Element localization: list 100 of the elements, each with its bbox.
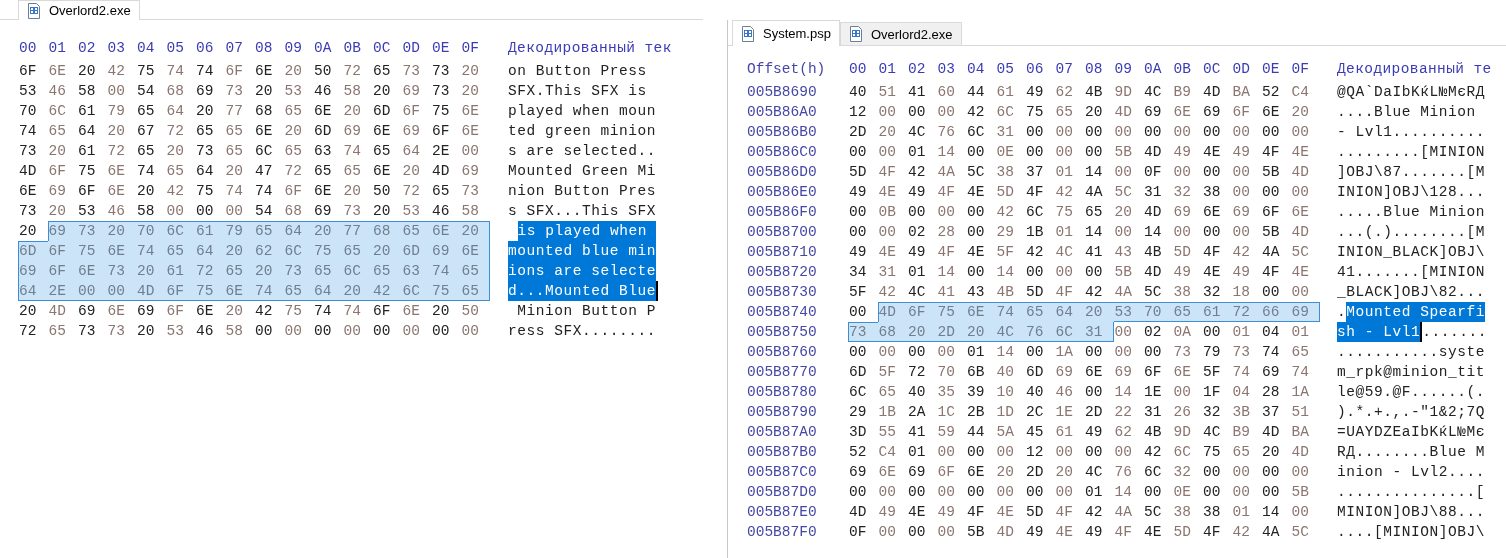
hex-byte[interactable]: 65 xyxy=(460,261,490,281)
hex-byte[interactable]: 46 xyxy=(431,201,461,221)
hex-byte[interactable]: 65 xyxy=(1290,342,1320,362)
hex-byte[interactable]: 62 xyxy=(254,241,284,261)
hex-byte[interactable]: 00 xyxy=(848,222,878,242)
hex-byte[interactable]: 00 xyxy=(1172,162,1202,182)
hex-byte[interactable]: 00 xyxy=(1290,502,1320,522)
hex-byte[interactable]: 1B xyxy=(1025,222,1055,242)
hex-byte[interactable]: 69 xyxy=(1143,102,1173,122)
hex-byte[interactable]: 49 xyxy=(1025,82,1055,102)
hex-byte[interactable]: 70 xyxy=(18,101,48,121)
hex-byte[interactable]: 2D xyxy=(936,322,966,342)
hex-byte[interactable]: 65 xyxy=(224,121,254,141)
hex-byte[interactable]: 73 xyxy=(431,81,461,101)
hex-byte[interactable]: 28 xyxy=(1261,382,1291,402)
hex-byte[interactable]: 72 xyxy=(18,321,48,341)
hex-byte[interactable]: 31 xyxy=(995,122,1025,142)
hex-byte[interactable]: 6C xyxy=(254,141,284,161)
hex-byte[interactable]: 69 xyxy=(47,181,77,201)
hex-byte[interactable]: 6B xyxy=(966,362,996,382)
hex-byte[interactable]: 75 xyxy=(431,101,461,121)
hex-byte[interactable]: 42 xyxy=(907,162,937,182)
hex-byte[interactable]: 4D xyxy=(1143,142,1173,162)
hex-byte[interactable]: 63 xyxy=(401,261,431,281)
hex-byte[interactable]: 73 xyxy=(77,321,107,341)
hex-byte[interactable]: 41 xyxy=(907,82,937,102)
hex-byte[interactable]: 2D xyxy=(1025,462,1055,482)
hex-byte[interactable]: 73 xyxy=(431,61,461,81)
hex-byte[interactable]: 0F xyxy=(1143,162,1173,182)
hex-byte[interactable]: 20 xyxy=(1084,102,1114,122)
hex-byte[interactable]: 46 xyxy=(47,81,77,101)
hex-byte[interactable]: 01 xyxy=(907,262,937,282)
hex-byte[interactable]: 6F xyxy=(224,61,254,81)
hex-byte[interactable]: 6E xyxy=(254,61,284,81)
hex-byte[interactable]: 00 xyxy=(195,201,225,221)
hex-byte[interactable]: 9D xyxy=(1113,82,1143,102)
hex-byte[interactable]: 00 xyxy=(1113,162,1143,182)
hex-byte[interactable]: 72 xyxy=(106,141,136,161)
hex-byte[interactable]: 75 xyxy=(1025,102,1055,122)
hex-byte[interactable]: 65 xyxy=(47,321,77,341)
hex-byte[interactable]: 6F xyxy=(165,281,195,301)
hex-byte[interactable]: 01 xyxy=(1290,322,1320,342)
hex-byte[interactable]: 65 xyxy=(401,221,431,241)
hex-byte[interactable]: 77 xyxy=(224,101,254,121)
hex-byte[interactable]: 00 xyxy=(907,202,937,222)
hex-byte[interactable]: 31 xyxy=(1143,182,1173,202)
hex-byte[interactable]: 6D xyxy=(1025,362,1055,382)
hex-byte[interactable]: 38 xyxy=(995,162,1025,182)
hex-byte[interactable]: 4F xyxy=(1025,182,1055,202)
hex-byte[interactable]: 20 xyxy=(106,121,136,141)
hex-byte[interactable]: 65 xyxy=(877,382,907,402)
hex-byte[interactable]: 00 xyxy=(936,202,966,222)
hex-byte[interactable]: 69 xyxy=(1231,202,1261,222)
hex-byte[interactable]: 75 xyxy=(1202,442,1232,462)
hex-byte[interactable]: 00 xyxy=(877,102,907,122)
hex-byte[interactable]: 00 xyxy=(1290,462,1320,482)
hex-byte[interactable]: 2B xyxy=(966,402,996,422)
hex-byte[interactable]: 1D xyxy=(995,402,1025,422)
hex-byte[interactable]: 00 xyxy=(907,342,937,362)
hex-byte[interactable]: 76 xyxy=(1113,462,1143,482)
hex-byte[interactable]: 4C xyxy=(907,122,937,142)
hex-byte[interactable]: 64 xyxy=(283,221,313,241)
hex-byte[interactable]: 00 xyxy=(848,302,878,322)
hex-byte[interactable]: 6E xyxy=(195,301,225,321)
hex-byte[interactable]: 6E xyxy=(18,181,48,201)
hex-byte[interactable]: 20 xyxy=(372,81,402,101)
hex-byte[interactable]: 42 xyxy=(1054,182,1084,202)
hex-byte[interactable]: 6F xyxy=(907,302,937,322)
hex-byte[interactable]: 4D xyxy=(1143,262,1173,282)
hex-byte[interactable]: 00 xyxy=(1054,442,1084,462)
hex-byte[interactable]: 00 xyxy=(966,262,996,282)
hex-byte[interactable]: 72 xyxy=(401,181,431,201)
hex-byte[interactable]: 00 xyxy=(966,442,996,462)
hex-byte[interactable]: 00 xyxy=(1261,182,1291,202)
hex-byte[interactable]: 00 xyxy=(1261,282,1291,302)
hex-byte[interactable]: 72 xyxy=(195,261,225,281)
hex-byte[interactable]: 65 xyxy=(1231,442,1261,462)
hex-byte[interactable]: 00 xyxy=(1084,342,1114,362)
hex-byte[interactable]: 5C xyxy=(1143,502,1173,522)
hex-byte[interactable]: 61 xyxy=(77,141,107,161)
hex-byte[interactable]: 01 xyxy=(907,442,937,462)
hex-byte[interactable]: 00 xyxy=(936,522,966,542)
hex-byte[interactable]: 74 xyxy=(1261,342,1291,362)
hex-byte[interactable]: 4A xyxy=(1261,522,1291,542)
hex-byte[interactable]: 63 xyxy=(313,141,343,161)
hex-byte[interactable]: 49 xyxy=(1172,142,1202,162)
hex-byte[interactable]: 45 xyxy=(1025,422,1055,442)
hex-byte[interactable]: 44 xyxy=(966,82,996,102)
hex-byte[interactable]: 73 xyxy=(283,261,313,281)
hex-byte[interactable]: 6D xyxy=(401,241,431,261)
hex-byte[interactable]: 4D xyxy=(848,502,878,522)
file-tab[interactable]: System.psp xyxy=(732,20,840,46)
hex-byte[interactable]: 4E xyxy=(1054,522,1084,542)
hex-byte[interactable]: 00 xyxy=(1113,222,1143,242)
hex-byte[interactable]: 79 xyxy=(106,101,136,121)
hex-byte[interactable]: 6C xyxy=(1172,442,1202,462)
hex-byte[interactable]: 65 xyxy=(47,121,77,141)
hex-byte[interactable]: 4E xyxy=(1290,142,1320,162)
hex-byte[interactable]: 6E xyxy=(106,181,136,201)
hex-byte[interactable]: 32 xyxy=(1172,182,1202,202)
